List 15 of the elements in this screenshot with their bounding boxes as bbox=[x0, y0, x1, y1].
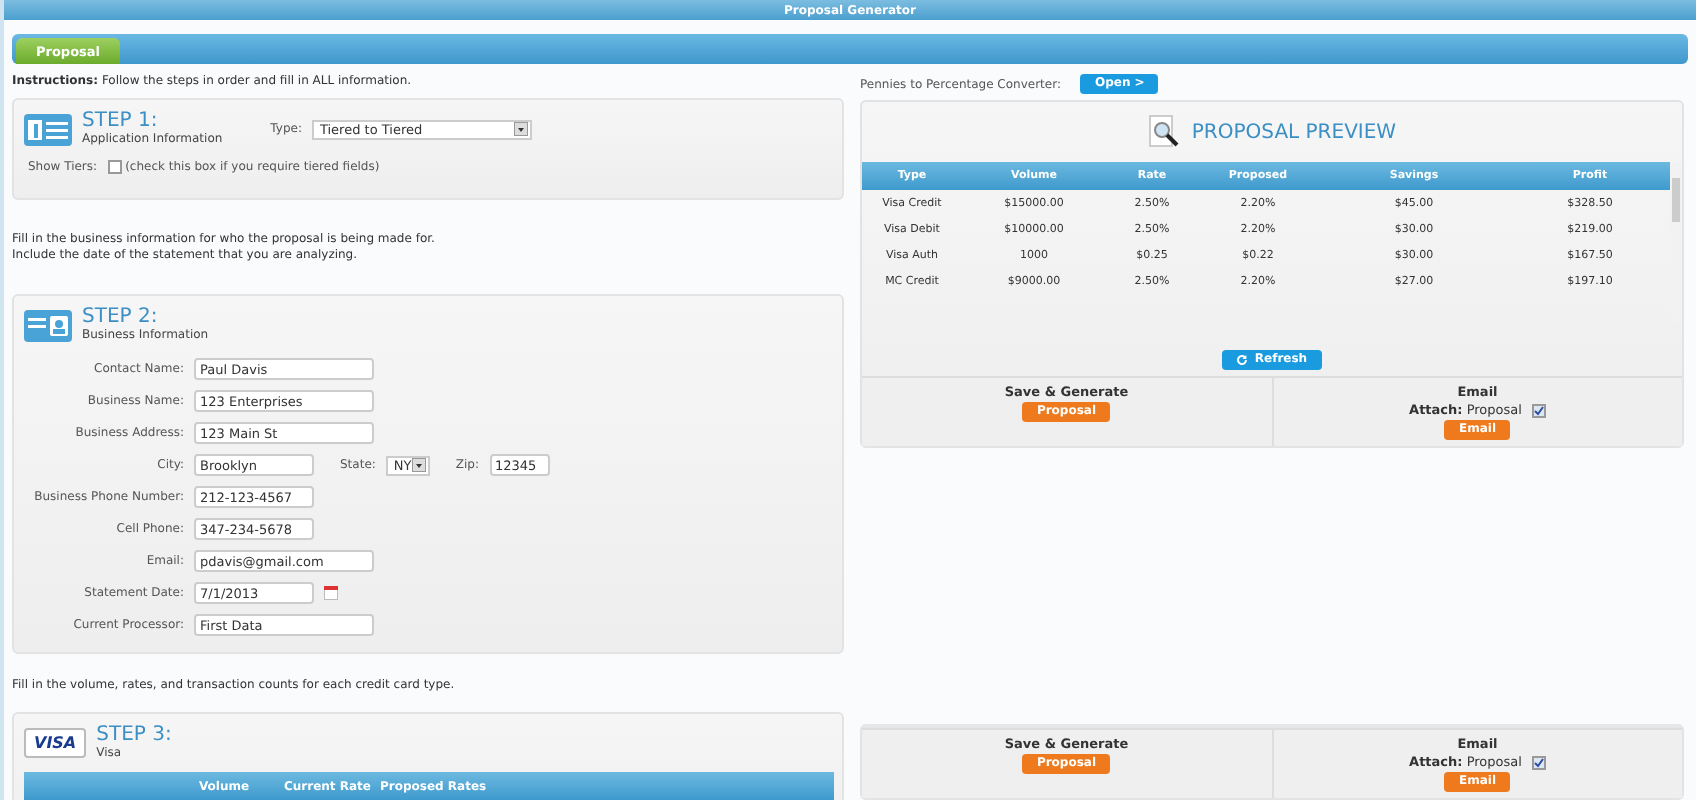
info-card-icon bbox=[24, 113, 72, 145]
preview-title: PROPOSAL PREVIEW bbox=[1191, 121, 1397, 143]
show-tiers-checkbox[interactable] bbox=[107, 160, 122, 174]
refresh-icon bbox=[1236, 354, 1249, 366]
dropdown-arrow-icon[interactable] bbox=[513, 122, 528, 136]
card-logo: VISA bbox=[24, 728, 87, 758]
contact-card-icon bbox=[24, 309, 72, 341]
attach-checkbox[interactable] bbox=[1531, 755, 1546, 769]
step-title: STEP 1: bbox=[82, 112, 160, 132]
calendar-icon[interactable] bbox=[324, 586, 338, 600]
step-title: STEP 3: bbox=[96, 726, 172, 746]
step-title: STEP 2: bbox=[82, 308, 160, 328]
magnifier-icon bbox=[1147, 114, 1180, 150]
attach-checkbox[interactable] bbox=[1531, 403, 1546, 417]
dropdown-arrow-icon[interactable] bbox=[411, 458, 426, 472]
